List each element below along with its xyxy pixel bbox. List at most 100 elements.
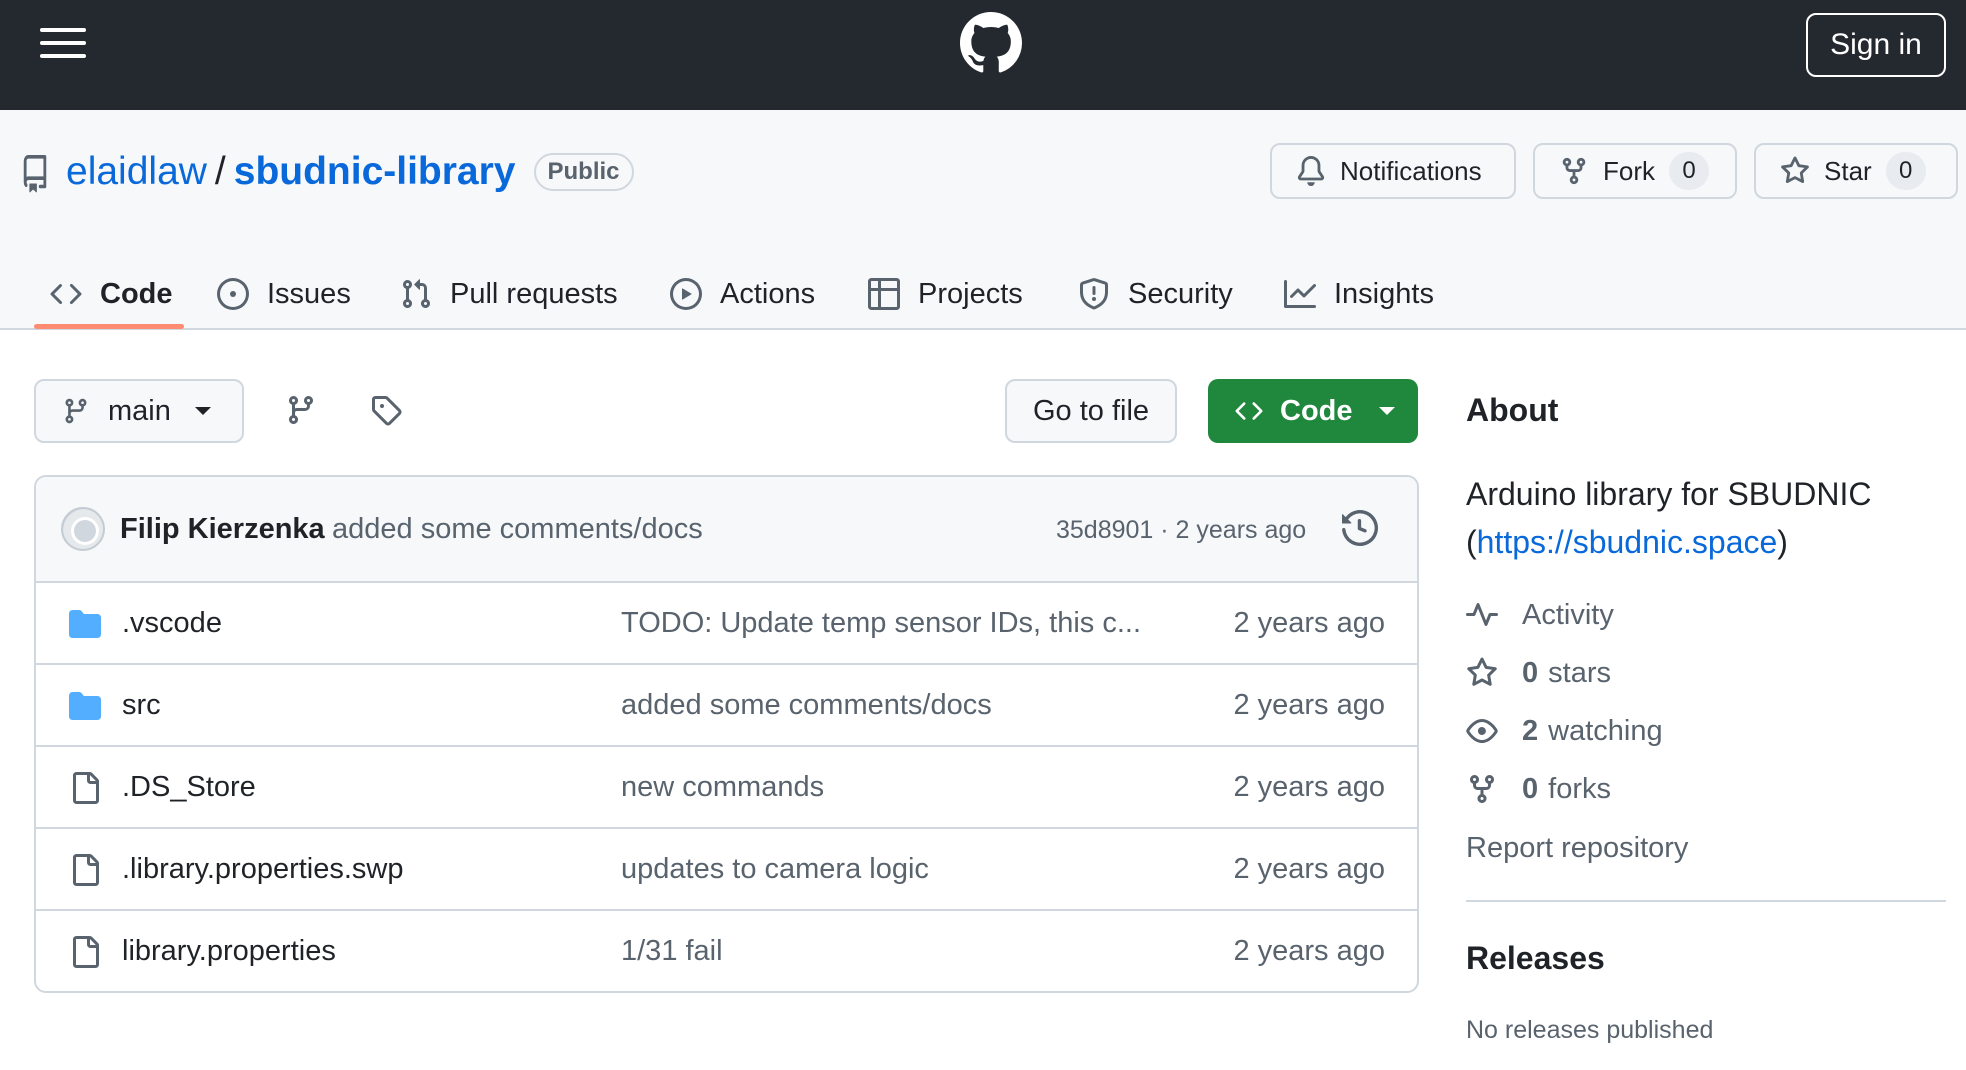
commit-author[interactable]: Filip Kierzenka xyxy=(120,513,325,546)
table-icon xyxy=(868,278,900,310)
file-age: 2 years ago xyxy=(1233,607,1385,639)
file-commit-message[interactable]: added some comments/docs xyxy=(621,689,992,722)
tab-issues-label: Issues xyxy=(267,277,351,310)
tab-security[interactable]: Security xyxy=(1078,260,1233,328)
file-icon xyxy=(68,854,102,886)
tab-issues[interactable]: Issues xyxy=(217,260,351,328)
chevron-down-icon xyxy=(1378,407,1395,415)
website-link[interactable]: https://sbudnic.space xyxy=(1477,524,1778,560)
graph-icon xyxy=(1284,278,1316,310)
code-dropdown-button[interactable]: Code xyxy=(1208,379,1418,443)
repo-title: elaidlaw / sbudnic-library Public xyxy=(66,150,634,194)
repo-icon xyxy=(20,155,50,193)
shield-icon xyxy=(1078,278,1110,310)
play-icon xyxy=(670,278,702,310)
table-row[interactable]: .library.properties.swp updates to camer… xyxy=(36,829,1417,911)
file-icon xyxy=(68,936,102,968)
repo-tabs: Code Issues Pull requests Actions Projec… xyxy=(0,260,1966,330)
file-icon xyxy=(68,772,102,804)
commit-meta[interactable]: 35d8901 · 2 years ago xyxy=(1056,516,1306,545)
eye-icon xyxy=(1466,715,1498,747)
code-icon xyxy=(50,278,82,310)
tab-insights[interactable]: Insights xyxy=(1284,260,1434,328)
watching-label: watching xyxy=(1548,714,1663,747)
star-count: 0 xyxy=(1885,152,1926,190)
file-commit-message[interactable]: updates to camera logic xyxy=(621,853,929,886)
latest-commit-bar: Filip Kierzenka added some comments/docs… xyxy=(36,477,1417,583)
forks-label: forks xyxy=(1548,772,1611,805)
branch-name: main xyxy=(108,394,171,427)
file-age: 2 years ago xyxy=(1233,771,1385,803)
tab-code-label: Code xyxy=(100,277,173,310)
activity-link[interactable]: Activity xyxy=(1466,595,1614,635)
file-browser: Filip Kierzenka added some comments/docs… xyxy=(34,475,1419,993)
file-name[interactable]: library.properties xyxy=(122,935,336,968)
file-age: 2 years ago xyxy=(1233,689,1385,721)
active-tab-indicator xyxy=(34,324,184,329)
fork-icon xyxy=(1466,773,1498,805)
table-row[interactable]: library.properties 1/31 fail 2 years ago xyxy=(36,911,1417,991)
tab-security-label: Security xyxy=(1128,277,1233,310)
go-to-file-button[interactable]: Go to file xyxy=(1005,379,1177,443)
chevron-down-icon xyxy=(194,407,211,415)
pull-request-icon xyxy=(400,278,432,310)
stars-label: stars xyxy=(1548,656,1611,689)
commit-message[interactable]: added some comments/docs xyxy=(332,513,703,546)
tab-code[interactable]: Code xyxy=(50,260,173,328)
fork-button[interactable]: Fork 0 xyxy=(1533,143,1737,199)
file-commit-message[interactable]: new commands xyxy=(621,771,824,804)
notifications-label: Notifications xyxy=(1340,155,1482,186)
branch-selector[interactable]: main xyxy=(34,379,244,443)
bell-icon xyxy=(1296,156,1326,186)
star-label: Star xyxy=(1824,155,1872,186)
repo-owner-link[interactable]: elaidlaw xyxy=(66,150,207,194)
watching-count: 2 xyxy=(1522,714,1539,747)
table-row[interactable]: .DS_Store new commands 2 years ago xyxy=(36,747,1417,829)
tag-icon[interactable] xyxy=(370,394,404,428)
watching-link[interactable]: 2 watching xyxy=(1466,711,1663,751)
issue-icon xyxy=(217,278,249,310)
table-row[interactable]: .vscode TODO: Update temp sensor IDs, th… xyxy=(36,583,1417,665)
file-name[interactable]: .library.properties.swp xyxy=(122,853,404,886)
history-icon[interactable] xyxy=(1342,510,1378,546)
file-commit-message[interactable]: 1/31 fail xyxy=(621,935,723,968)
branches-icon[interactable] xyxy=(285,394,319,428)
tab-insights-label: Insights xyxy=(1334,277,1434,310)
about-link-close: ) xyxy=(1777,524,1788,560)
stars-count: 0 xyxy=(1522,656,1539,689)
about-description-text: Arduino library for SBUDNIC xyxy=(1466,476,1872,512)
about-description: Arduino library for SBUDNIC (https://sbu… xyxy=(1466,470,1946,566)
tab-projects-label: Projects xyxy=(918,277,1023,310)
tab-pull-requests[interactable]: Pull requests xyxy=(400,260,618,328)
file-name[interactable]: .vscode xyxy=(122,607,222,640)
avatar[interactable] xyxy=(61,507,105,551)
file-name[interactable]: .DS_Store xyxy=(122,771,256,804)
fork-count: 0 xyxy=(1669,152,1709,190)
tab-projects[interactable]: Projects xyxy=(868,260,1023,328)
hamburger-icon[interactable] xyxy=(40,28,88,60)
notifications-button[interactable]: Notifications xyxy=(1270,143,1516,199)
stars-link[interactable]: 0 stars xyxy=(1466,653,1611,693)
table-row[interactable]: src added some comments/docs 2 years ago xyxy=(36,665,1417,747)
repo-name-link[interactable]: sbudnic-library xyxy=(234,150,516,194)
no-releases-text: No releases published xyxy=(1466,1016,1714,1044)
file-age: 2 years ago xyxy=(1233,853,1385,885)
star-icon xyxy=(1466,657,1498,689)
fork-icon xyxy=(1559,156,1589,186)
about-heading: About xyxy=(1466,392,1559,428)
releases-heading[interactable]: Releases xyxy=(1466,940,1605,977)
activity-label: Activity xyxy=(1522,598,1614,631)
pulse-icon xyxy=(1466,599,1498,631)
tab-actions[interactable]: Actions xyxy=(670,260,815,328)
code-icon xyxy=(1232,397,1266,425)
file-commit-message[interactable]: TODO: Update temp sensor IDs, this c... xyxy=(621,607,1141,640)
file-name[interactable]: src xyxy=(122,689,161,722)
forks-link[interactable]: 0 forks xyxy=(1466,769,1611,809)
github-logo-icon[interactable] xyxy=(960,12,1022,74)
report-repository-link[interactable]: Report repository xyxy=(1466,828,1688,868)
folder-icon xyxy=(68,608,102,640)
tab-pull-requests-label: Pull requests xyxy=(450,277,618,310)
sign-in-button[interactable]: Sign in xyxy=(1806,13,1946,77)
sidebar-divider xyxy=(1466,900,1946,902)
star-button[interactable]: Star 0 xyxy=(1754,143,1958,199)
